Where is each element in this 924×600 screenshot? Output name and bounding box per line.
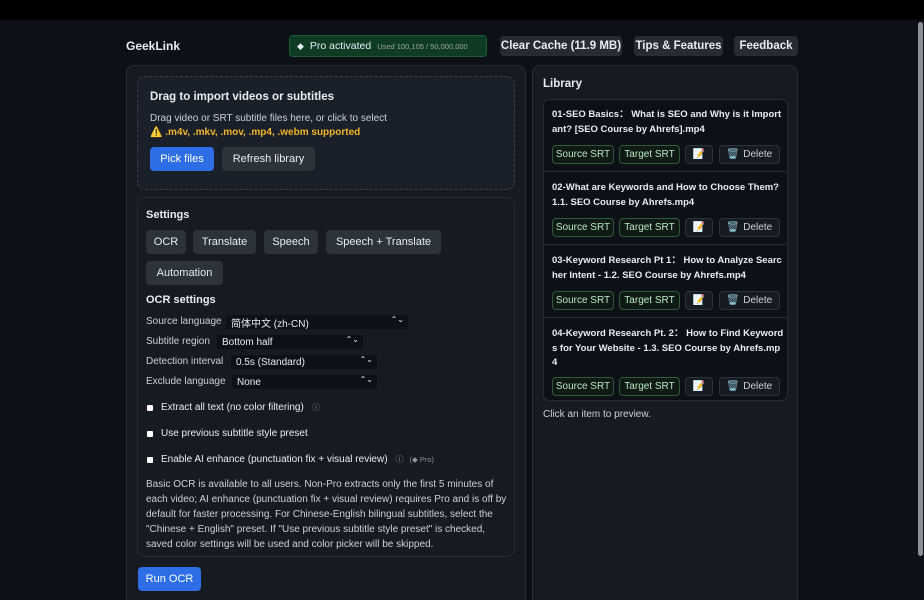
select-arrows-icon: ⌃⌄ xyxy=(390,315,404,324)
library-item-name: 01-SEO Basics： What is SEO and Why is it… xyxy=(552,109,782,135)
exclude-language-value: None xyxy=(237,376,261,388)
source-srt-button[interactable]: Source SRT xyxy=(552,291,614,310)
ai-enhance-option[interactable]: Enable AI enhance (punctuation fix + vis… xyxy=(147,454,434,465)
subtitle-region-value: Bottom half xyxy=(222,336,273,348)
subtitle-region-select[interactable]: Bottom half ⌃⌄ xyxy=(217,335,363,349)
extract-all-text-checkbox[interactable] xyxy=(147,404,153,411)
tab-translate[interactable]: Translate xyxy=(193,230,256,254)
header: GeekLink ◆ Pro activated Used 100,105 / … xyxy=(126,35,798,57)
target-srt-button[interactable]: Target SRT xyxy=(619,377,680,396)
edit-icon[interactable]: 📝 xyxy=(685,377,713,396)
delete-button[interactable]: 🗑️ Delete xyxy=(719,218,780,237)
delete-button[interactable]: 🗑️ Delete xyxy=(719,377,780,396)
ai-enhance-checkbox[interactable] xyxy=(147,456,153,463)
library-panel: Library 01-SEO Basics： What is SEO and W… xyxy=(532,65,798,600)
delete-button[interactable]: 🗑️ Delete xyxy=(719,291,780,310)
trash-icon: 🗑️ xyxy=(726,222,740,233)
target-srt-button[interactable]: Target SRT xyxy=(619,291,680,310)
ocr-settings-title: OCR settings xyxy=(146,294,216,306)
select-arrows-icon: ⌃⌄ xyxy=(345,335,359,344)
library-item[interactable]: 03-Keyword Research Pt 1： How to Analyze… xyxy=(544,246,787,318)
dropzone-subtitle: Drag video or SRT subtitle files here, o… xyxy=(150,113,387,124)
run-ocr-button[interactable]: Run OCR xyxy=(138,567,201,591)
source-language-value: 简体中文 (zh-CN) xyxy=(231,318,309,330)
detection-interval-value: 0.5s (Standard) xyxy=(236,356,305,368)
tab-speech[interactable]: Speech xyxy=(264,230,318,254)
source-srt-button[interactable]: Source SRT xyxy=(552,145,614,164)
trash-icon: 🗑️ xyxy=(726,381,740,392)
tab-ocr[interactable]: OCR xyxy=(146,230,186,254)
pro-tag: (◆ Pro) xyxy=(409,455,435,464)
main-panel: Drag to import videos or subtitles Drag … xyxy=(126,65,526,600)
library-title: Library xyxy=(543,78,582,90)
tips-features-button[interactable]: Tips & Features xyxy=(634,36,723,56)
import-dropzone[interactable]: Drag to import videos or subtitles Drag … xyxy=(137,76,515,190)
pro-usage: Used 100,105 / 50,000,000 xyxy=(377,41,468,51)
edit-icon[interactable]: 📝 xyxy=(685,291,713,310)
use-previous-preset-checkbox[interactable] xyxy=(147,430,153,437)
window-top-bar xyxy=(0,0,924,20)
extract-all-text-option[interactable]: Extract all text (no color filtering) ⓘ xyxy=(147,402,320,413)
library-item[interactable]: 01-SEO Basics： What is SEO and Why is it… xyxy=(544,100,787,172)
target-srt-button[interactable]: Target SRT xyxy=(619,218,680,237)
tab-speech-translate[interactable]: Speech + Translate xyxy=(326,230,441,254)
pick-files-button[interactable]: Pick files xyxy=(150,147,214,171)
library-hint: Click an item to preview. xyxy=(543,409,651,420)
detection-interval-select[interactable]: 0.5s (Standard) ⌃⌄ xyxy=(231,355,377,369)
settings-card: Settings OCR Translate Speech Speech + T… xyxy=(137,197,515,557)
clear-cache-button[interactable]: Clear Cache (11.9 MB) xyxy=(500,36,622,56)
tab-automation[interactable]: Automation xyxy=(146,261,223,285)
library-item-name: 04-Keyword Research Pt. 2： How to Find K… xyxy=(552,328,784,368)
target-srt-button[interactable]: Target SRT xyxy=(619,145,680,164)
library-list: 01-SEO Basics： What is SEO and Why is it… xyxy=(543,99,788,401)
supported-formats: ⚠️ .m4v, .mkv, .mov, .mp4, .webm support… xyxy=(150,127,361,138)
exclude-language-select[interactable]: None ⌃⌄ xyxy=(232,375,377,389)
delete-label: Delete xyxy=(743,149,773,160)
library-item[interactable]: 04-Keyword Research Pt. 2： How to Find K… xyxy=(544,319,787,400)
dropzone-title: Drag to import videos or subtitles xyxy=(150,91,335,103)
library-item-name: 02-What are Keywords and How to Choose T… xyxy=(552,182,779,208)
edit-icon[interactable]: 📝 xyxy=(685,218,713,237)
extract-all-text-label: Extract all text (no color filtering) xyxy=(161,402,304,413)
delete-label: Delete xyxy=(743,295,773,306)
use-previous-preset-option[interactable]: Use previous subtitle style preset xyxy=(147,428,308,439)
info-icon[interactable]: ⓘ xyxy=(312,402,320,413)
pro-status-badge: ◆ Pro activated Used 100,105 / 50,000,00… xyxy=(289,35,487,57)
delete-button[interactable]: 🗑️ Delete xyxy=(719,145,780,164)
brand-title: GeekLink xyxy=(126,39,181,53)
refresh-library-button[interactable]: Refresh library xyxy=(222,147,315,171)
settings-title: Settings xyxy=(146,209,190,221)
select-arrows-icon: ⌃⌄ xyxy=(359,375,373,384)
edit-icon[interactable]: 📝 xyxy=(685,145,713,164)
source-language-select[interactable]: 简体中文 (zh-CN) ⌃⌄ xyxy=(226,315,408,330)
delete-label: Delete xyxy=(743,381,773,392)
delete-label: Delete xyxy=(743,222,773,233)
feedback-button[interactable]: Feedback xyxy=(734,36,798,56)
pro-label: Pro activated xyxy=(309,40,372,52)
scrollbar-thumb[interactable] xyxy=(918,22,923,556)
info-icon[interactable]: ⓘ xyxy=(396,454,404,465)
use-previous-preset-label: Use previous subtitle style preset xyxy=(161,428,308,439)
trash-icon: 🗑️ xyxy=(726,295,740,306)
trash-icon: 🗑️ xyxy=(726,149,740,160)
source-language-label: Source language xyxy=(146,316,222,327)
detection-interval-label: Detection interval xyxy=(146,356,224,367)
subtitle-region-label: Subtitle region xyxy=(146,336,210,347)
library-item[interactable]: 02-What are Keywords and How to Choose T… xyxy=(544,173,787,245)
source-srt-button[interactable]: Source SRT xyxy=(552,377,614,396)
library-item-name: 03-Keyword Research Pt 1： How to Analyze… xyxy=(552,255,782,281)
ocr-description: Basic OCR is available to all users. Non… xyxy=(146,479,507,550)
ai-enhance-label: Enable AI enhance (punctuation fix + vis… xyxy=(161,454,388,465)
diamond-icon: ◆ xyxy=(297,40,304,51)
exclude-language-label: Exclude language xyxy=(146,376,226,387)
source-srt-button[interactable]: Source SRT xyxy=(552,218,614,237)
select-arrows-icon: ⌃⌄ xyxy=(359,355,373,364)
